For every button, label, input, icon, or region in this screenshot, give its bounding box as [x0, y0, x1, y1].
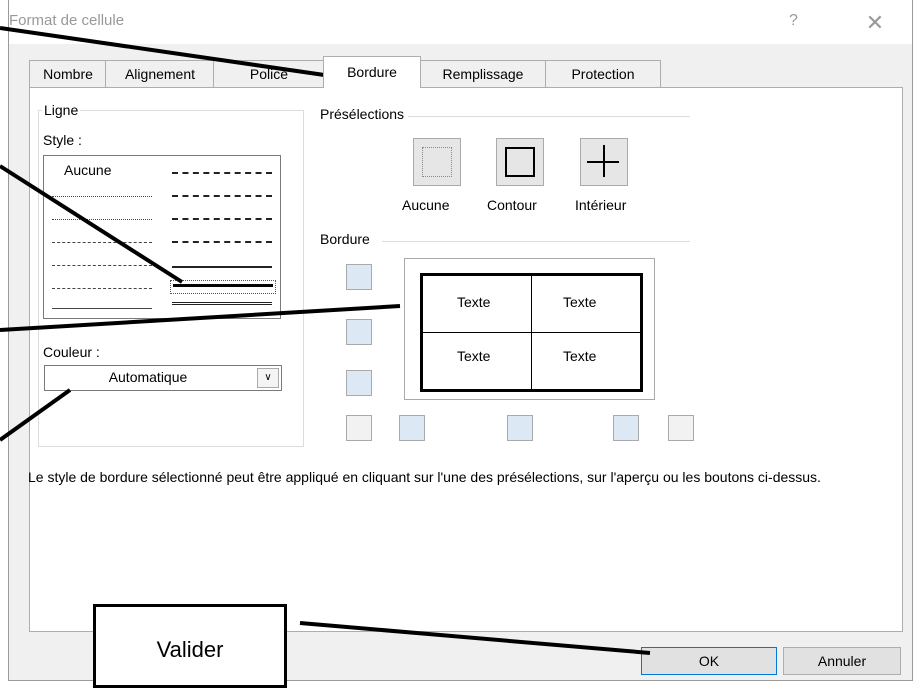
tab-police[interactable]: Police: [213, 60, 325, 87]
preview-cell-text: Texte: [457, 294, 491, 310]
style-label: Style :: [43, 132, 82, 148]
color-dropdown[interactable]: Automatique ∨: [44, 365, 282, 391]
style-thick-selected[interactable]: [170, 280, 276, 294]
preset-none-button[interactable]: [413, 138, 461, 186]
cancel-button[interactable]: Annuler: [783, 647, 901, 675]
color-value: Automatique: [108, 369, 188, 385]
preset-inside-label: Intérieur: [575, 197, 627, 213]
style-slanted-dash-dot[interactable]: [172, 195, 272, 197]
chevron-down-icon[interactable]: ∨: [257, 368, 279, 388]
border-top-button[interactable]: [346, 264, 372, 290]
tab-protection[interactable]: Protection: [545, 60, 661, 87]
style-dotted-fine[interactable]: [52, 196, 152, 197]
ok-button[interactable]: OK: [641, 647, 777, 675]
border-diagonal-down-button[interactable]: [668, 415, 694, 441]
preview-cell-text: Texte: [563, 294, 597, 310]
presets-legend: Présélections: [318, 106, 407, 122]
border-right-button[interactable]: [613, 415, 639, 441]
title-bar: Format de cellule ? ✕: [9, 0, 912, 44]
border-diagonal-up-button[interactable]: [346, 415, 372, 441]
close-icon[interactable]: ✕: [857, 8, 893, 38]
preset-inside-button[interactable]: [580, 138, 628, 186]
preset-outline-button[interactable]: [496, 138, 544, 186]
preset-outline-label: Contour: [487, 197, 537, 213]
style-medium[interactable]: [172, 266, 272, 268]
style-double[interactable]: [172, 302, 272, 305]
style-medium-dash[interactable]: [172, 241, 272, 243]
presets-divider: [408, 116, 690, 117]
style-dotted[interactable]: [52, 219, 152, 220]
border-inside-horizontal-button[interactable]: [346, 319, 372, 345]
preview-cell-text: Texte: [563, 348, 597, 364]
border-group-legend: Bordure: [318, 231, 372, 247]
help-icon[interactable]: ?: [789, 12, 798, 30]
border-preview[interactable]: Texte Texte Texte Texte: [404, 258, 655, 400]
line-style-list[interactable]: Aucune: [43, 155, 281, 319]
tab-nombre[interactable]: Nombre: [29, 60, 107, 87]
line-group-legend: Ligne: [42, 102, 81, 118]
preset-none-icon: [422, 147, 452, 177]
preview-cell-text: Texte: [457, 348, 491, 364]
border-left-button[interactable]: [399, 415, 425, 441]
style-dash-dot[interactable]: [52, 265, 152, 266]
format-cells-dialog: Format de cellule ? ✕ Nombre Alignement …: [8, 0, 913, 681]
dialog-title: Format de cellule: [9, 12, 125, 29]
border-bottom-button[interactable]: [346, 370, 372, 396]
preset-none-label: Aucune: [402, 197, 450, 213]
preset-outline-icon: [505, 147, 535, 177]
annotation-text: Valider: [156, 637, 224, 662]
color-label: Couleur :: [43, 344, 100, 360]
tab-alignement[interactable]: Alignement: [105, 60, 215, 87]
style-medium-dash-dot-dot[interactable]: [172, 172, 272, 174]
style-dash-dot-dot[interactable]: [52, 242, 152, 243]
description-text: Le style de bordure sélectionné peut êtr…: [28, 469, 821, 485]
preview-horizontal-line: [423, 332, 640, 333]
border-tab-panel: Ligne Style : Aucune Couleur : Automatiq…: [28, 87, 903, 632]
annotation-box: Valider: [93, 604, 287, 688]
style-dash-fine[interactable]: [52, 288, 152, 289]
tab-bordure[interactable]: Bordure: [323, 56, 421, 88]
border-divider: [382, 241, 690, 242]
style-thin[interactable]: [52, 308, 152, 309]
border-inside-vertical-button[interactable]: [507, 415, 533, 441]
tab-remplissage[interactable]: Remplissage: [419, 60, 547, 87]
preview-outline: Texte Texte Texte Texte: [420, 273, 643, 392]
style-none-option[interactable]: Aucune: [64, 162, 111, 178]
style-medium-dash-dot[interactable]: [172, 218, 272, 220]
